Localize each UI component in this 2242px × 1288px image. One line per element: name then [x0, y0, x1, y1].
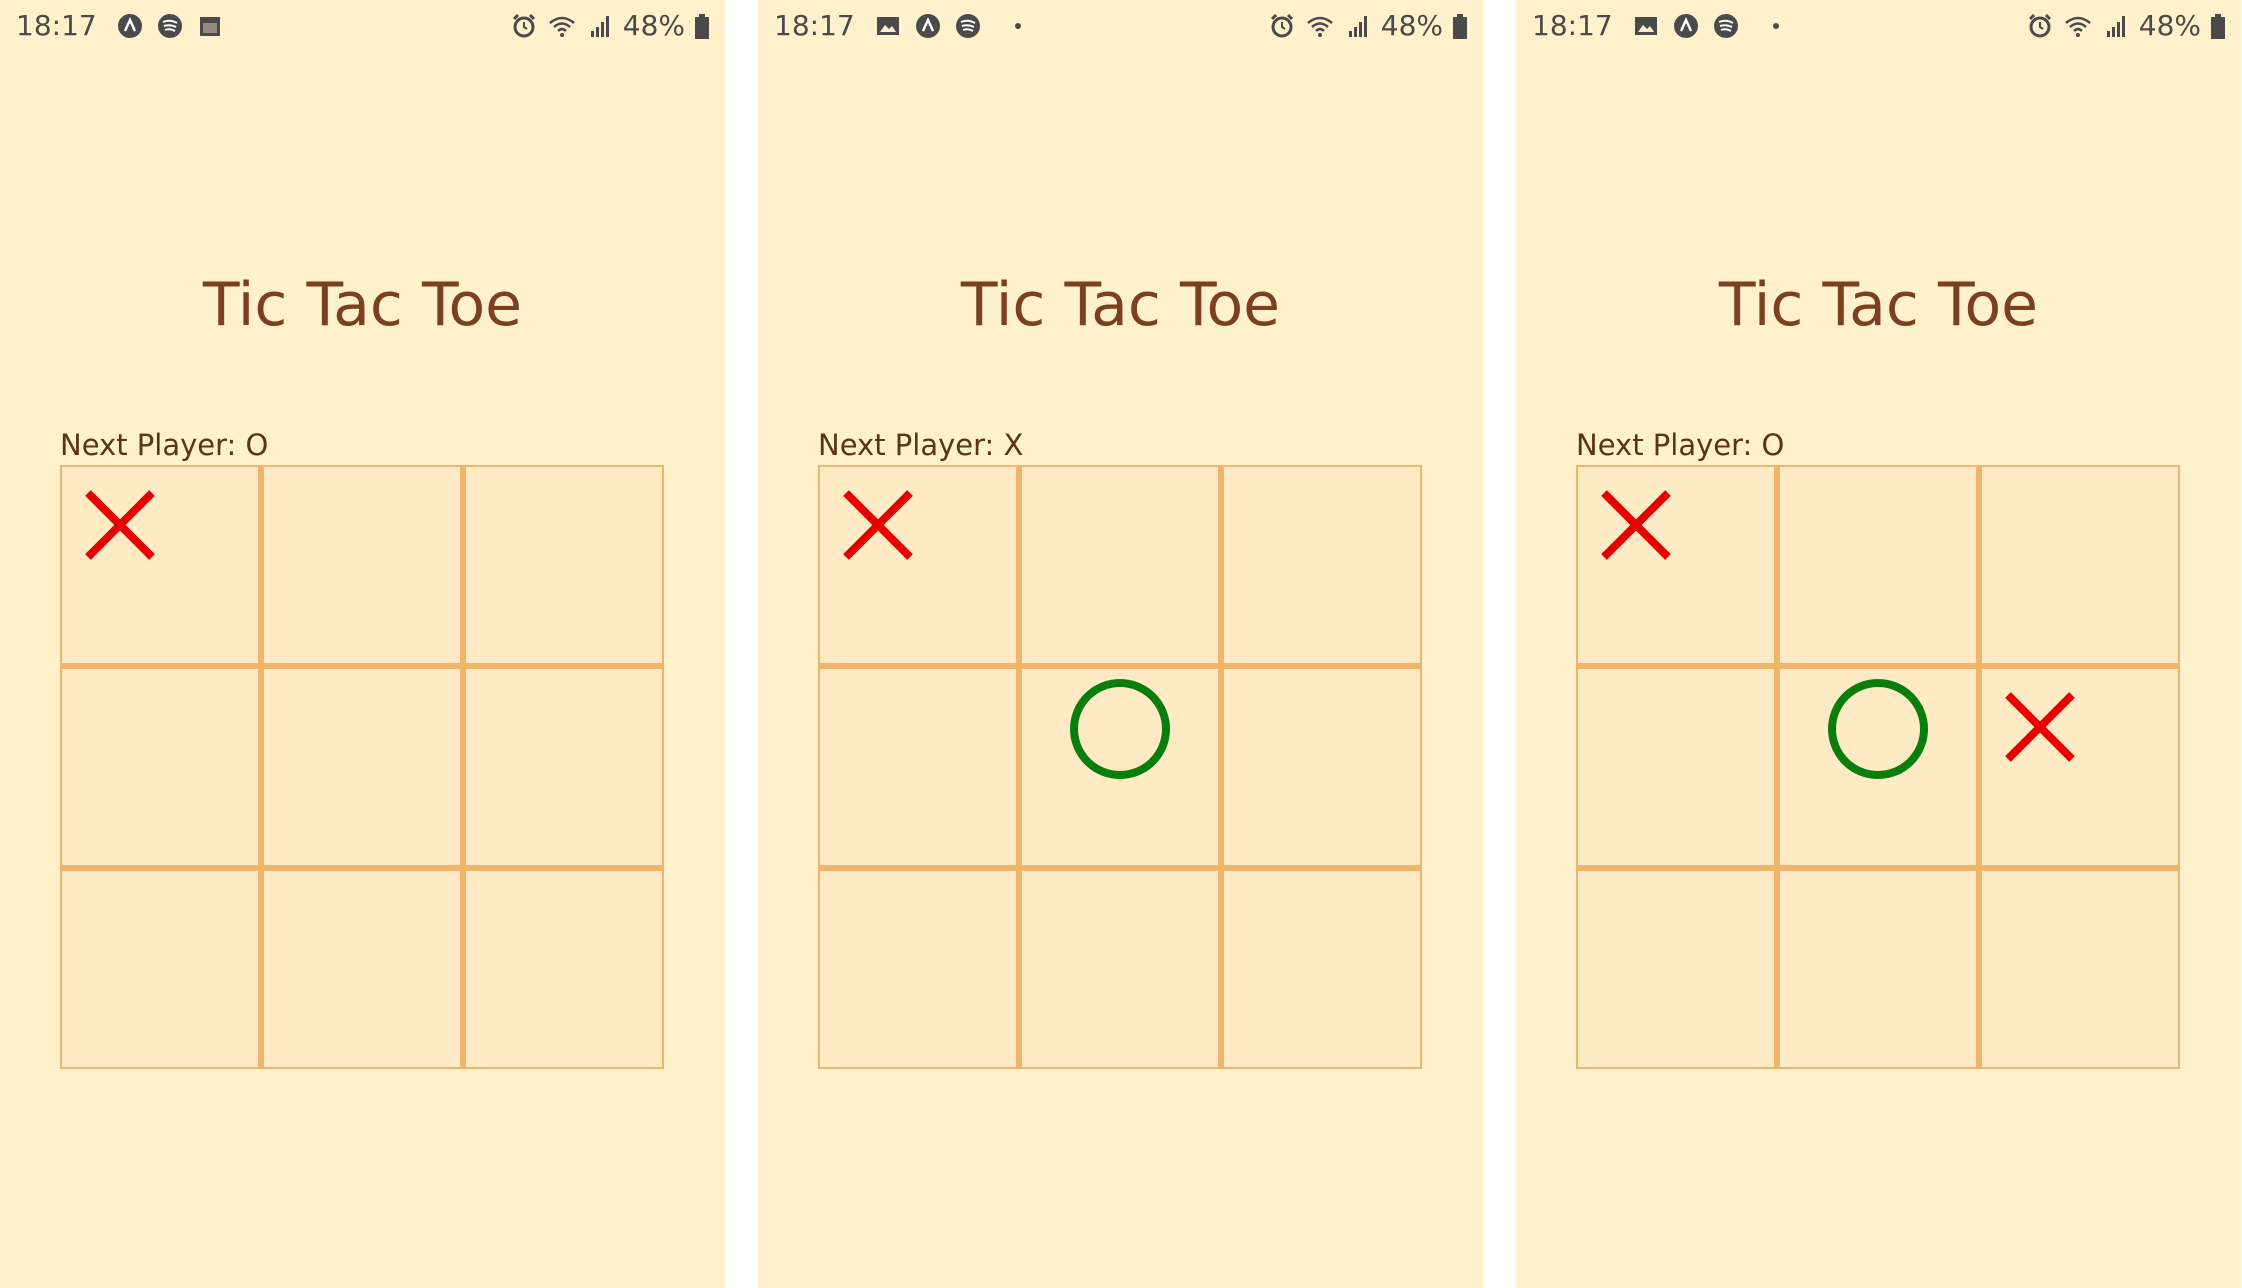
game-title: Tic Tac Toe: [1718, 270, 2039, 340]
status-bar: 18:17 48%: [758, 0, 1483, 50]
board-cell-9[interactable]: [1982, 871, 2178, 1067]
signal-icon: [1343, 11, 1373, 41]
board-cell-3[interactable]: [1982, 467, 2178, 663]
battery-icon: [1451, 11, 1469, 41]
battery-percentage: 48%: [622, 9, 685, 42]
alarm-icon: [2025, 11, 2055, 41]
battery-icon: [693, 11, 711, 41]
phone-screen-2: 18:17 48% Tic Tac Toe Next Player: X: [758, 0, 1483, 1288]
board-cell-5[interactable]: [1022, 669, 1218, 865]
battery-percentage: 48%: [2138, 9, 2201, 42]
game-title: Tic Tac Toe: [202, 270, 523, 340]
status-bar: 18:17 48%: [0, 0, 725, 50]
board-cell-5[interactable]: [264, 669, 460, 865]
board-cell-6[interactable]: [1982, 669, 2178, 865]
signal-icon: [2101, 11, 2131, 41]
app-a-icon: [115, 11, 145, 41]
board-cell-4[interactable]: [62, 669, 258, 865]
board-cell-5[interactable]: [1780, 669, 1976, 865]
board-cell-6[interactable]: [1224, 669, 1420, 865]
status-bar: 18:17 48%: [1516, 0, 2241, 50]
board-cell-1[interactable]: [820, 467, 1016, 663]
board-cell-8[interactable]: [264, 871, 460, 1067]
board-cell-1[interactable]: [1578, 467, 1774, 663]
board-cell-6[interactable]: [466, 669, 662, 865]
spotify-icon: [1711, 11, 1741, 41]
board-cell-4[interactable]: [1578, 669, 1774, 865]
calendar-icon: [195, 11, 225, 41]
board-cell-8[interactable]: [1780, 871, 1976, 1067]
board-cell-3[interactable]: [1224, 467, 1420, 663]
screenshot-collage: 18:17 48% Tic Tac Toe Next Player: O 18:…: [0, 0, 2242, 1288]
notification-dot: [1014, 22, 1021, 29]
board-cell-2[interactable]: [1780, 467, 1976, 663]
gallery-icon: [1631, 11, 1661, 41]
o-mark: [1070, 679, 1170, 779]
status-time: 18:17: [774, 9, 855, 42]
board-cell-2[interactable]: [264, 467, 460, 663]
board-cell-1[interactable]: [62, 467, 258, 663]
board-cell-2[interactable]: [1022, 467, 1218, 663]
signal-icon: [585, 11, 615, 41]
wifi-icon: [2063, 11, 2093, 41]
notification-dot: [1772, 22, 1779, 29]
wifi-icon: [1305, 11, 1335, 41]
board-cell-8[interactable]: [1022, 871, 1218, 1067]
alarm-icon: [1267, 11, 1297, 41]
battery-icon: [2209, 11, 2227, 41]
battery-percentage: 48%: [1380, 9, 1443, 42]
phone-screen-3: 18:17 48% Tic Tac Toe Next Player: O: [1516, 0, 2241, 1288]
board-cell-7[interactable]: [820, 871, 1016, 1067]
board-cell-7[interactable]: [62, 871, 258, 1067]
board-cell-9[interactable]: [1224, 871, 1420, 1067]
app-a-icon: [913, 11, 943, 41]
game-board: [1576, 465, 2180, 1069]
app-a-icon: [1671, 11, 1701, 41]
status-time: 18:17: [1532, 9, 1613, 42]
gallery-icon: [873, 11, 903, 41]
x-mark: [843, 490, 913, 560]
board-cell-3[interactable]: [466, 467, 662, 663]
o-mark: [1828, 679, 1928, 779]
x-mark: [85, 490, 155, 560]
spotify-icon: [953, 11, 983, 41]
status-time: 18:17: [16, 9, 97, 42]
board-cell-7[interactable]: [1578, 871, 1774, 1067]
x-mark: [1601, 490, 1671, 560]
game-board: [60, 465, 664, 1069]
alarm-icon: [509, 11, 539, 41]
next-player-label: Next Player: X: [818, 428, 1024, 462]
game-title: Tic Tac Toe: [960, 270, 1281, 340]
phone-screen-1: 18:17 48% Tic Tac Toe Next Player: O: [0, 0, 725, 1288]
board-cell-4[interactable]: [820, 669, 1016, 865]
spotify-icon: [155, 11, 185, 41]
x-mark: [2005, 692, 2075, 762]
game-board: [818, 465, 1422, 1069]
board-cell-9[interactable]: [466, 871, 662, 1067]
next-player-label: Next Player: O: [60, 428, 269, 462]
next-player-label: Next Player: O: [1576, 428, 1785, 462]
wifi-icon: [547, 11, 577, 41]
